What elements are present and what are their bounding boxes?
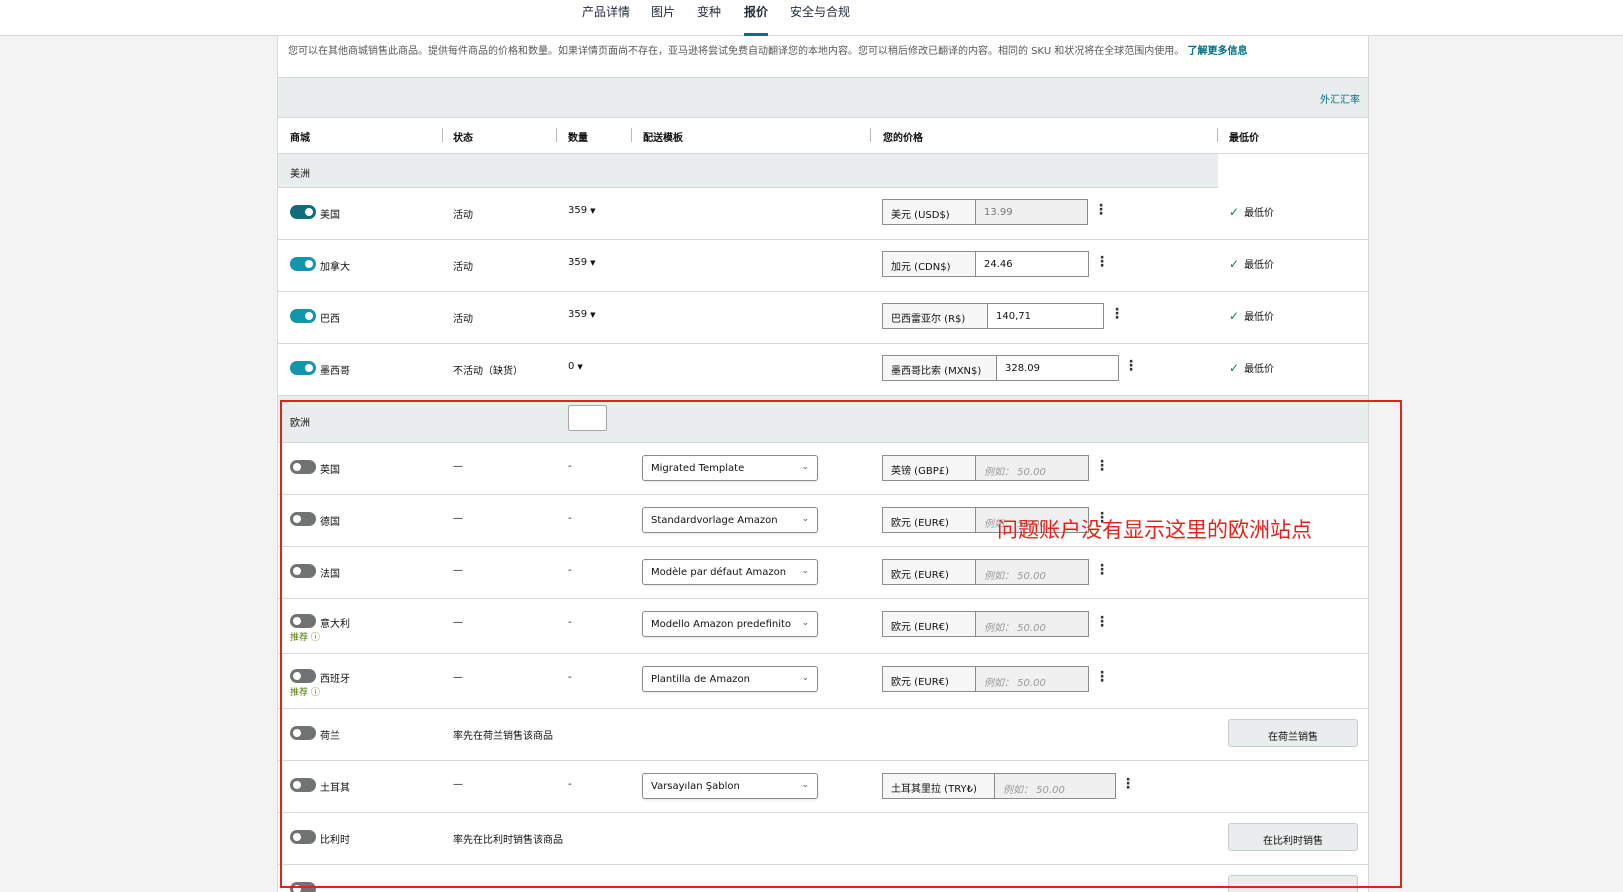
marketplace-name: 美国	[320, 210, 340, 221]
marketplace-toggle[interactable]	[290, 361, 316, 375]
table-row: 加拿大 活动 359 ▼ 加元 (CDN$) 24.46 ⋮ ✓ 最低价	[278, 240, 1368, 292]
more-options-icon[interactable]: ⋮	[1110, 306, 1124, 322]
status-text: 不活动（缺货）	[453, 366, 523, 377]
currency-label: 巴西雷亚尔 (R$)	[883, 304, 988, 328]
col-status: 状态	[453, 133, 473, 144]
fx-bar: 外汇汇率	[278, 77, 1368, 118]
quantity-value: 359	[568, 205, 588, 216]
caret-down-icon: ▼	[590, 311, 596, 319]
tab-offer[interactable]: 报价	[744, 4, 769, 36]
status-text: 活动	[453, 314, 473, 325]
price-field: 墨西哥比索 (MXN$) 328.09	[882, 355, 1119, 381]
currency-label: 加元 (CDN$)	[883, 252, 976, 276]
currency-label: 美元 (USD$)	[883, 200, 976, 224]
col-lowest-price: 最低价	[1229, 133, 1259, 144]
lowest-price-label: 最低价	[1244, 312, 1275, 323]
currency-label: 墨西哥比索 (MXN$)	[883, 356, 997, 380]
status-text: 活动	[453, 210, 473, 221]
quantity-value: 359	[568, 309, 588, 320]
lowest-price-label: 最低价	[1244, 208, 1275, 219]
annotation-text: 问题账户没有显示这里的欧洲站点	[997, 518, 1312, 542]
lowest-price-indicator: ✓ 最低价	[1229, 308, 1274, 323]
table-row: 巴西 活动 359 ▼ 巴西雷亚尔 (R$) 140,71 ⋮ ✓ 最低价	[278, 292, 1368, 344]
top-tab-bar: 产品详情 图片 变种 报价 安全与合规	[0, 0, 1623, 36]
lowest-price-indicator: ✓ 最低价	[1229, 360, 1274, 375]
price-input[interactable]: 328.09	[997, 356, 1118, 380]
more-options-icon[interactable]: ⋮	[1095, 254, 1109, 270]
tab-variations[interactable]: 变种	[697, 4, 721, 36]
intro-description: 您可以在其他商城销售此商品。提供每件商品的价格和数量。如果详情页面尚不存在，亚马…	[288, 46, 1185, 57]
tab-product-details[interactable]: 产品详情	[582, 4, 630, 36]
table-row: 美国 活动 359 ▼ 美元 (USD$) 13.99 ⋮ ✓ 最低价	[278, 188, 1368, 240]
price-input[interactable]: 13.99	[976, 200, 1087, 224]
price-field: 加元 (CDN$) 24.46	[882, 251, 1089, 277]
check-icon: ✓	[1229, 309, 1240, 323]
more-options-icon[interactable]: ⋮	[1124, 358, 1138, 374]
caret-down-icon: ▼	[590, 259, 596, 267]
marketplace-toggle[interactable]	[290, 257, 316, 271]
table-row: 墨西哥 不活动（缺货） 0 ▼ 墨西哥比索 (MXN$) 328.09 ⋮ ✓ 最低…	[278, 344, 1368, 396]
quantity-dropdown[interactable]: 359 ▼	[568, 205, 595, 216]
col-your-price: 您的价格	[883, 133, 923, 144]
more-options-icon[interactable]: ⋮	[1094, 202, 1108, 218]
check-icon: ✓	[1229, 361, 1240, 375]
quantity-dropdown[interactable]: 0 ▼	[568, 361, 583, 372]
marketplace-toggle[interactable]	[290, 205, 316, 219]
intro-text: 您可以在其他商城销售此商品。提供每件商品的价格和数量。如果详情页面尚不存在，亚马…	[288, 42, 1248, 57]
quantity-value: 359	[568, 257, 588, 268]
region-label: 美洲	[290, 169, 310, 180]
lowest-price-indicator: ✓ 最低价	[1229, 256, 1274, 271]
check-icon: ✓	[1229, 205, 1240, 219]
col-shipping-template: 配送模板	[643, 133, 683, 144]
caret-down-icon: ▼	[577, 363, 583, 371]
marketplace-name: 加拿大	[320, 262, 350, 273]
price-input[interactable]: 140,71	[988, 304, 1103, 328]
status-text: 活动	[453, 262, 473, 273]
price-field: 美元 (USD$) 13.99	[882, 199, 1088, 225]
region-header-americas: 美洲	[278, 154, 1218, 188]
annotation-highlight-box	[280, 400, 1402, 888]
marketplace-toggle[interactable]	[290, 309, 316, 323]
lowest-price-label: 最低价	[1244, 260, 1275, 271]
lowest-price-indicator: ✓ 最低价	[1229, 204, 1274, 219]
quantity-dropdown[interactable]: 359 ▼	[568, 257, 595, 268]
price-input[interactable]: 24.46	[976, 252, 1088, 276]
tab-safety-compliance[interactable]: 安全与合规	[790, 4, 850, 36]
price-field: 巴西雷亚尔 (R$) 140,71	[882, 303, 1104, 329]
col-marketplace: 商城	[290, 133, 310, 144]
fx-rate-link[interactable]: 外汇汇率	[1320, 91, 1360, 106]
marketplace-name: 墨西哥	[320, 366, 350, 377]
lowest-price-label: 最低价	[1244, 364, 1275, 375]
check-icon: ✓	[1229, 257, 1240, 271]
quantity-dropdown[interactable]: 359 ▼	[568, 309, 595, 320]
caret-down-icon: ▼	[590, 207, 596, 215]
tab-images[interactable]: 图片	[651, 4, 675, 36]
learn-more-link[interactable]: 了解更多信息	[1188, 46, 1248, 57]
quantity-value: 0	[568, 361, 575, 372]
col-quantity: 数量	[568, 133, 588, 144]
table-header: 商城 状态 数量 配送模板 您的价格 最低价	[278, 118, 1368, 154]
marketplace-name: 巴西	[320, 314, 340, 325]
